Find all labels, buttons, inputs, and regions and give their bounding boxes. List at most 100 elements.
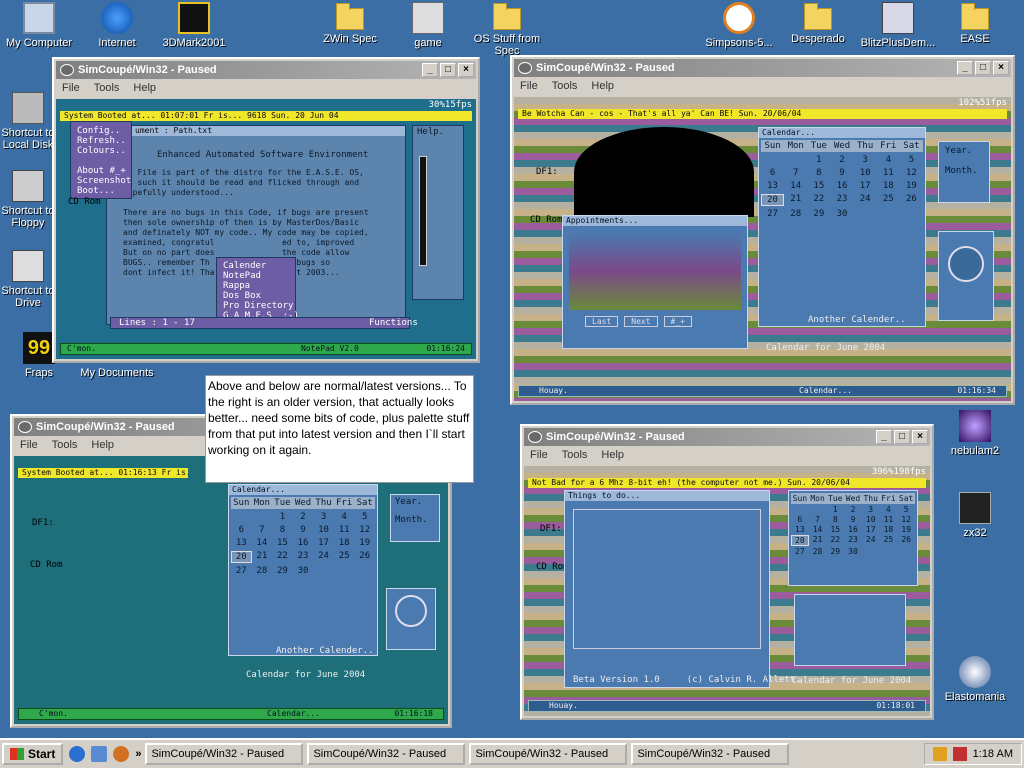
calendar-day-cell[interactable]: 3 [862,505,880,514]
calendar-day-cell[interactable]: 13 [761,181,784,191]
calendar-day-cell[interactable]: 5 [897,505,915,514]
calendar-day-cell[interactable]: 19 [897,525,915,534]
help-scrollbar[interactable] [419,156,427,266]
houay-button[interactable]: Houay. [539,386,568,396]
calendar-day-cell[interactable]: 6 [791,515,809,524]
calendar-day-cell[interactable]: 14 [252,538,273,548]
calendar-day-cell[interactable]: 1 [807,155,830,165]
calendar-day-cell[interactable]: 11 [880,515,898,524]
simcoupe-window-calendar[interactable]: SimCoupé/Win32 - Paused _ □ × File Tools Hel… [510,55,1015,405]
calendar-day-cell[interactable]: 20 [791,535,809,546]
taskbar-button-4[interactable]: SimCoupé/Win32 - Paused [631,743,790,765]
calendar-day-cell[interactable]: 8 [807,168,830,178]
popup-rappa[interactable]: Rappa [223,281,250,291]
apps-popup[interactable]: Calender NotePad Rappa Dos Box Pro Direc… [216,257,299,325]
calendar-day-cell[interactable]: 10 [862,515,880,524]
close-button[interactable]: × [993,61,1009,75]
taskbar-button-1[interactable]: SimCoupé/Win32 - Paused [145,743,304,765]
calendar-day-cell[interactable]: 30 [293,566,314,576]
simcoupe-window-notepad[interactable]: SimCoupé/Win32 - Paused _ □ × File Tools Hel… [52,57,480,363]
calendar-day-cell[interactable] [791,505,809,514]
calendar-day-cell[interactable]: 21 [809,535,827,546]
popup-pro-directory[interactable]: Pro Directory [223,301,293,311]
year-month-widget[interactable]: Year. Month. [390,494,440,542]
menu-item-refresh[interactable]: Refresh.. [77,136,126,146]
minimize-button[interactable]: _ [957,61,973,75]
calendar-day-cell[interactable]: 2 [830,155,853,165]
houay-button[interactable]: Houay. [549,701,578,711]
desktop-icon-game[interactable]: game [389,2,467,49]
calendar-day-cell[interactable] [900,209,923,219]
system-menu[interactable]: Config.. Refresh.. Colours.. About #_+ S… [70,121,132,199]
calendar-day-cell[interactable]: 13 [231,538,252,548]
menu-help[interactable]: Help [133,82,156,94]
menu-item-about[interactable]: About #_+ [77,166,126,176]
calendar-day-cell[interactable] [854,209,877,219]
calendar-day-cell[interactable]: 15 [272,538,293,548]
calendar-day-cell[interactable]: 16 [293,538,314,548]
cmon-button[interactable]: C'mon. [67,344,96,354]
calendar-day-cell[interactable]: 21 [784,194,807,206]
window-title-bar[interactable]: SimCoupé/Win32 - Paused _ □ × [514,59,1011,77]
calendar-day-cell[interactable]: 18 [880,525,898,534]
menu-file[interactable]: File [62,82,80,94]
desktop-icon-os-stuff[interactable]: OS Stuff from Spec [467,2,547,57]
calendar-day-cell[interactable]: 28 [809,547,827,556]
desktop-icon-zwin-spec[interactable]: ZWin Spec [311,2,389,45]
cmon-button[interactable]: C'mon. [39,709,68,719]
menu-help[interactable]: Help [601,449,624,461]
calendar-day-cell[interactable]: 12 [900,168,923,178]
calendar-day-cell[interactable]: 16 [844,525,862,534]
calendar-day-cell[interactable] [897,547,915,556]
calendar-day-cell[interactable]: 4 [334,512,355,522]
calendar-day-cell[interactable]: 7 [784,168,807,178]
calendar-grid[interactable]: Sun Mon Tue Wed Thu Fri Sat 1 2 3 4 5 6 7 8 9 10 11 12 13 14… [229,495,377,578]
desktop-icon-nebulam2[interactable]: nebulam2 [936,410,1014,457]
calendar-day-cell[interactable]: 17 [862,525,880,534]
calendar-day-cell[interactable]: 2 [293,512,314,522]
calendar-day-cell[interactable]: 27 [231,566,252,576]
calendar-day-cell[interactable]: 19 [354,538,375,548]
calendar-day-cell[interactable]: 15 [826,525,844,534]
menu-tools[interactable]: Tools [562,449,588,461]
calendar-day-cell[interactable]: 29 [807,209,830,219]
calendar-day-cell[interactable]: 1 [826,505,844,514]
menu-item-config[interactable]: Config.. [77,126,120,136]
quicklaunch-ie-icon[interactable] [69,746,86,762]
calendar-day-cell[interactable]: 1 [272,512,293,522]
popup-calender[interactable]: Calender [223,261,266,271]
calendar-day-cell[interactable] [252,512,273,522]
minimize-button[interactable]: _ [876,430,892,444]
simcoupe-window-todo[interactable]: SimCoupé/Win32 - Paused _ □ × File Tools Hel… [520,424,934,720]
calendar-day-cell[interactable]: 6 [761,168,784,178]
calendar-day-cell[interactable]: 8 [272,525,293,535]
emulator-screen[interactable]: Be Wotcha Can - cos - That's all ya' Can… [514,97,1011,401]
todo-list[interactable] [573,509,761,649]
desktop-icon-local-disk[interactable]: Shortcut to Local Disk [0,92,56,151]
calendar-day-cell[interactable]: 3 [313,512,334,522]
calendar-day-cell[interactable]: 11 [334,525,355,535]
calendar-day-cell[interactable]: 25 [334,551,355,563]
hash-button[interactable]: #_+ [663,316,692,327]
calendar-day-cell[interactable]: 22 [807,194,830,206]
calendar-day-cell[interactable] [809,505,827,514]
calendar-day-cell[interactable]: 25 [877,194,900,206]
menu-help[interactable]: Help [591,80,614,92]
calendar-day-cell[interactable]: 25 [880,535,898,546]
calendar-widget[interactable]: Calendar... Sun Mon Tue Wed Thu Fri Sat 1 2 3 4 5 6 7… [758,127,926,327]
next-button[interactable]: Next [624,316,658,327]
taskbar-button-2[interactable]: SimCoupé/Win32 - Paused [307,743,466,765]
calendar-day-cell[interactable] [877,209,900,219]
calendar-day-cell[interactable]: 15 [807,181,830,191]
start-button[interactable]: Start [2,743,64,765]
calendar-day-cell[interactable]: 29 [826,547,844,556]
desktop-icon-my-computer[interactable]: My Computer [0,2,78,49]
calendar-day-cell[interactable]: 28 [784,209,807,219]
emulator-screen[interactable]: Not Bad for a 6 Mhz 8-bit eh! (the compu… [524,466,930,716]
calendar-day-cell[interactable]: 10 [854,168,877,178]
calendar-day-cell[interactable]: 3 [854,155,877,165]
calendar-day-cell[interactable]: 29 [272,566,293,576]
menu-tools[interactable]: Tools [52,439,78,451]
calendar-day-cell[interactable]: 23 [293,551,314,563]
calendar-day-cell[interactable] [231,512,252,522]
